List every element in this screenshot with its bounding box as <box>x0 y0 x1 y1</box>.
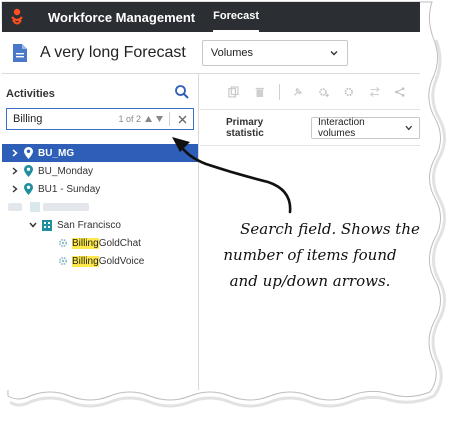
chevron-down-icon[interactable] <box>28 220 38 230</box>
pin-icon[interactable] <box>292 85 304 99</box>
view-select[interactable]: Volumes <box>201 39 348 66</box>
tree-item-label: San Francisco <box>57 219 121 231</box>
chevron-right-icon[interactable] <box>10 148 20 158</box>
activities-tree: BU_MG BU_Monday BU1 - Sunday San Francis… <box>2 144 198 270</box>
tree-item-label: BU1 - Sunday <box>38 183 101 195</box>
redacted-icon <box>30 202 40 212</box>
building-icon <box>42 219 52 231</box>
triangle-down-icon <box>156 116 163 122</box>
tree-item-bu-mg[interactable]: BU_MG <box>2 144 198 162</box>
gear-add-icon[interactable] <box>318 85 330 99</box>
location-pin-icon <box>24 183 33 195</box>
view-select-value: Volumes <box>210 46 254 59</box>
clear-search-button[interactable] <box>175 112 189 126</box>
trash-icon[interactable] <box>254 85 266 99</box>
search-match-highlight: Billing <box>72 255 99 267</box>
tree-item-label: BU_MG <box>38 147 75 159</box>
search-result-count: 1 of 2 <box>118 114 141 124</box>
forecast-title: A very long Forecast <box>40 43 186 61</box>
share-icon[interactable] <box>394 85 406 99</box>
arrows-exchange-icon[interactable] <box>369 85 381 99</box>
primary-statistic-label: Primary statistic <box>226 116 264 139</box>
document-icon <box>13 43 27 62</box>
chevron-down-icon <box>405 125 413 130</box>
tree-item-redacted[interactable] <box>2 198 198 216</box>
tree-item-bu-monday[interactable]: BU_Monday <box>2 162 198 180</box>
toolbar-divider <box>279 83 281 100</box>
redacted-label <box>43 203 89 211</box>
close-icon <box>178 115 186 123</box>
tree-item-label: GoldVoice <box>98 255 145 267</box>
primary-statistic-row: Primary statistic Interaction volumes <box>200 110 420 146</box>
chevron-right-icon[interactable] <box>10 166 20 176</box>
location-pin-icon <box>24 147 33 159</box>
genesys-logo <box>2 2 32 32</box>
activities-panel: Activities 1 of 2 <box>2 74 199 390</box>
tree-item-billing-gold-voice[interactable]: Billing GoldVoice <box>2 252 198 270</box>
copy-icon[interactable] <box>228 85 240 99</box>
tree-item-label: GoldChat <box>98 237 141 249</box>
previous-result-button[interactable] <box>144 115 153 124</box>
search-divider <box>169 112 170 126</box>
search-field: 1 of 2 <box>6 108 194 130</box>
activities-label: Activities <box>6 88 55 100</box>
search-match-highlight: Billing <box>72 237 99 249</box>
activity-gear-icon <box>58 256 68 266</box>
tab-forecast[interactable]: Forecast <box>213 2 259 32</box>
triangle-up-icon <box>145 116 152 122</box>
top-nav-bar: Workforce Management Forecast <box>2 2 420 32</box>
callout-line-1: Search field. Shows the <box>240 220 420 238</box>
chevron-down-icon <box>330 50 338 55</box>
screenshot: Workforce Management Forecast A very lon… <box>0 0 453 421</box>
location-pin-icon <box>24 165 33 177</box>
tree-item-label: BU_Monday <box>38 165 94 177</box>
tree-item-san-francisco[interactable]: San Francisco <box>2 216 198 234</box>
next-result-button[interactable] <box>155 115 164 124</box>
wfm-app-window: Workforce Management Forecast A very lon… <box>2 2 420 390</box>
search-icon[interactable] <box>174 84 190 100</box>
tree-item-bu1-sunday[interactable]: BU1 - Sunday <box>2 180 198 198</box>
search-input[interactable] <box>7 110 119 128</box>
gear-icon[interactable] <box>343 85 355 99</box>
app-title: Workforce Management <box>48 9 196 25</box>
chevron-right-icon[interactable] <box>10 184 20 194</box>
callout-line-2: number of items found <box>223 246 397 264</box>
primary-statistic-value: Interaction volumes <box>318 116 365 139</box>
activity-gear-icon <box>58 238 68 248</box>
forecast-toolbar <box>200 74 420 110</box>
tree-item-billing-gold-chat[interactable]: Billing GoldChat <box>2 234 198 252</box>
forecast-header: A very long Forecast Volumes <box>2 32 420 74</box>
callout-line-3: and up/down arrows. <box>229 272 391 290</box>
redacted-expander <box>8 203 22 211</box>
callout-annotation: Search field. Shows the number of items … <box>190 216 430 294</box>
primary-statistic-select[interactable]: Interaction volumes <box>311 116 420 139</box>
